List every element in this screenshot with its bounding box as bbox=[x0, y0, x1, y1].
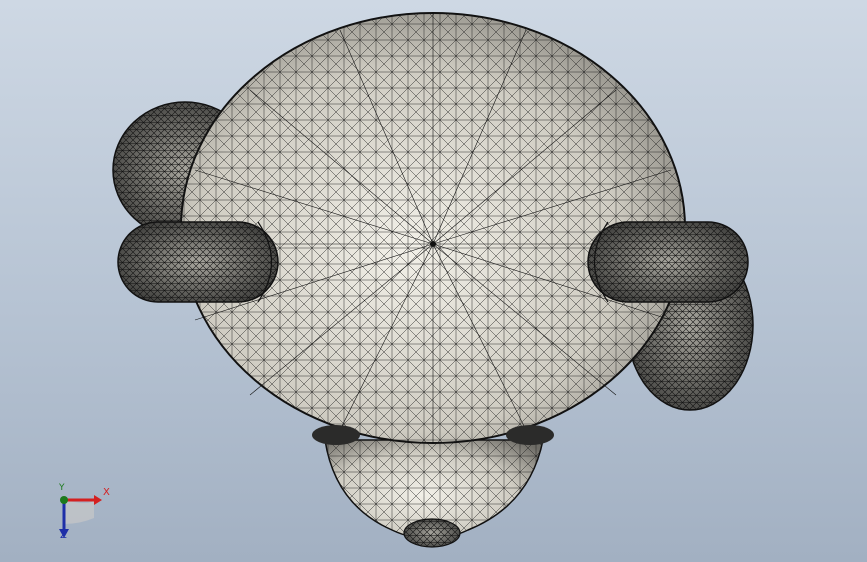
mesh-model[interactable] bbox=[0, 0, 867, 562]
x-axis-label: X bbox=[103, 487, 110, 498]
right-cylinder bbox=[587, 221, 749, 303]
z-axis-label: Z bbox=[60, 530, 67, 541]
graphics-viewport[interactable]: X Y Z bbox=[0, 0, 867, 562]
snout bbox=[324, 439, 544, 548]
orientation-triad[interactable]: X Y Z bbox=[40, 478, 120, 548]
left-cylinder bbox=[117, 221, 279, 303]
y-axis-label: Y bbox=[59, 483, 65, 493]
